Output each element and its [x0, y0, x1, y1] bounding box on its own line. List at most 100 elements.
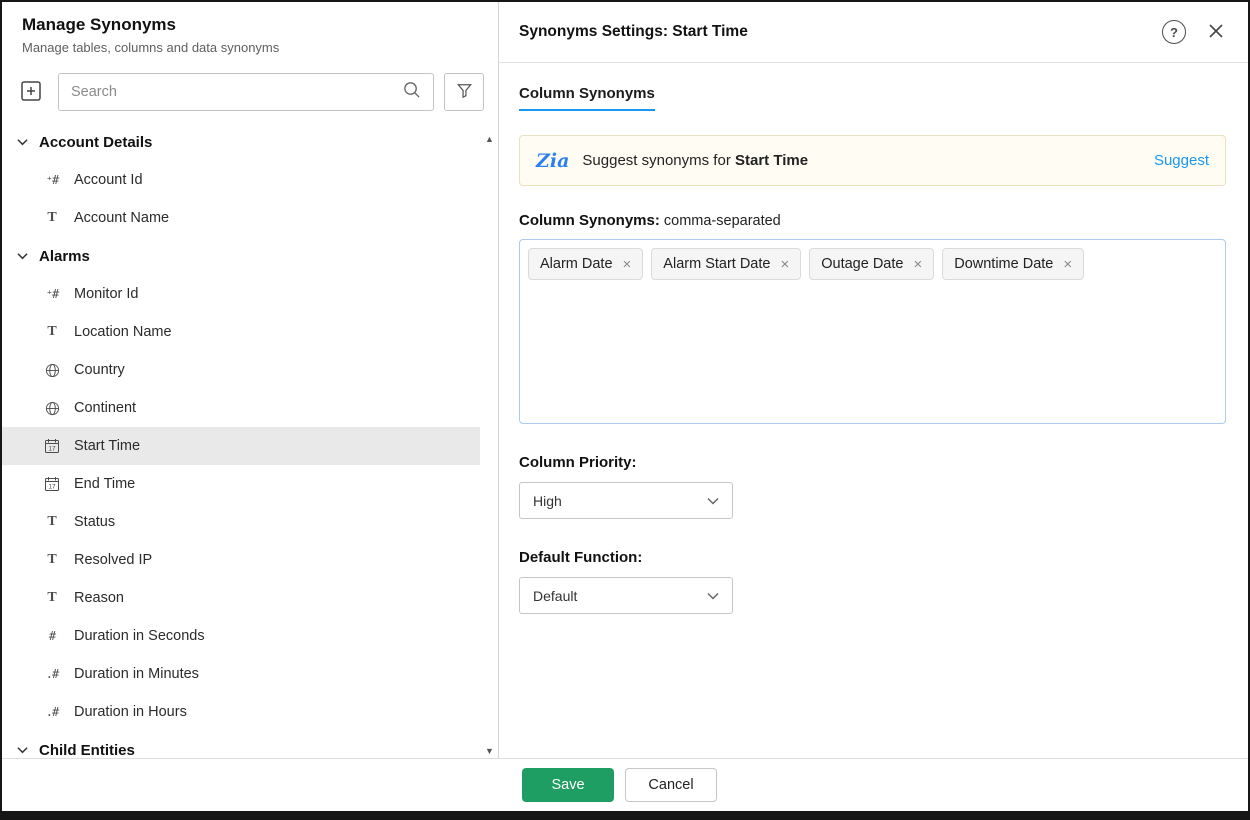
synonyms-hint: comma-separated	[660, 213, 781, 229]
chip-remove-icon[interactable]: ×	[623, 257, 632, 272]
group-label: Child Entities	[39, 742, 135, 759]
text-icon: T	[42, 590, 62, 606]
filter-button[interactable]	[444, 73, 484, 111]
tree-item-location-name[interactable]: T Location Name	[2, 313, 480, 351]
tree-item-label: Reason	[74, 590, 124, 606]
autonumber-icon: ⁺#	[42, 287, 62, 301]
tree-item-continent[interactable]: Continent	[2, 389, 480, 427]
group-label: Alarms	[39, 248, 90, 265]
number-icon: #	[42, 629, 62, 643]
tree-item-duration-in-hours[interactable]: .# Duration in Hours	[2, 693, 480, 731]
footer-bar: Save Cancel	[2, 758, 1248, 811]
tree-item-label: Resolved IP	[74, 552, 152, 568]
zia-suggest-banner: Zia Suggest synonyms for Start Time Sugg…	[519, 135, 1226, 186]
left-panel: Manage Synonyms Manage tables, columns a…	[2, 2, 499, 818]
zia-icon: Zia	[536, 150, 569, 172]
chevron-down-icon	[707, 492, 719, 510]
svg-text:17: 17	[48, 446, 56, 453]
synonyms-label: Column Synonyms:	[519, 212, 660, 229]
save-button[interactable]: Save	[522, 768, 614, 802]
tree-item-status[interactable]: TStatus	[2, 503, 480, 541]
scrollbar[interactable]: ▲ ▼	[482, 132, 497, 758]
date-icon: 17	[42, 438, 62, 454]
svg-text:17: 17	[48, 484, 56, 491]
priority-label: Column Priority:	[519, 454, 1226, 471]
search-input[interactable]	[71, 84, 402, 100]
globe-icon	[42, 363, 62, 378]
tree-item-label: Start Time	[74, 438, 140, 454]
chevron-down-icon	[707, 587, 719, 605]
synonym-chip: Downtime Date ×	[942, 248, 1084, 280]
tree-item-reason[interactable]: T Reason	[2, 579, 480, 617]
tree-item-label: Location Name	[74, 324, 172, 340]
tree-item-resolved-ip[interactable]: TResolved IP	[2, 541, 480, 579]
tree-item-label: Continent	[74, 400, 136, 416]
scroll-down-icon[interactable]: ▼	[485, 746, 494, 756]
group-label: Account Details	[39, 134, 152, 151]
text-icon: T	[42, 324, 62, 340]
tab-column-synonyms[interactable]: Column Synonyms	[519, 85, 655, 111]
add-button[interactable]	[14, 74, 48, 110]
autonumber-icon: ⁺#	[42, 173, 62, 187]
function-value: Default	[533, 588, 577, 604]
chip-remove-icon[interactable]: ×	[913, 257, 922, 272]
tree-item-country[interactable]: Country	[2, 351, 480, 389]
decimal-icon: .#	[42, 667, 62, 681]
tree-item-duration-in-seconds[interactable]: #Duration in Seconds	[2, 617, 480, 655]
priority-select[interactable]: High	[519, 482, 733, 519]
tree-item-label: Duration in Hours	[74, 704, 187, 720]
tree-item-start-time[interactable]: 17 Start Time	[2, 427, 480, 465]
chip-label: Downtime Date	[954, 256, 1053, 272]
scroll-up-icon[interactable]: ▲	[485, 134, 494, 144]
synonym-chip: Outage Date ×	[809, 248, 934, 280]
search-row	[14, 73, 484, 111]
text-icon: T	[42, 210, 62, 226]
tree-item-duration-in-minutes[interactable]: .# Duration in Minutes	[2, 655, 480, 693]
tree-item-label: Account Id	[74, 172, 143, 188]
chip-remove-icon[interactable]: ×	[1063, 257, 1072, 272]
settings-header: Synonyms Settings: Start Time ?	[499, 2, 1248, 63]
suggest-link[interactable]: Suggest	[1154, 152, 1209, 169]
left-header: Manage Synonyms Manage tables, columns a…	[2, 2, 498, 59]
tree-item-account-name[interactable]: T Account Name	[2, 199, 480, 237]
tree-item-label: Status	[74, 514, 115, 530]
manage-synonyms-window: Manage Synonyms Manage tables, columns a…	[2, 2, 1248, 818]
tree-item-account-id[interactable]: ⁺# Account Id	[2, 161, 480, 199]
settings-title: Synonyms Settings: Start Time	[519, 23, 748, 41]
synonym-chip: Alarm Start Date×	[651, 248, 801, 280]
tree-item-label: Duration in Minutes	[74, 666, 199, 682]
settings-body: Column Synonyms Zia Suggest synonyms for…	[499, 63, 1248, 818]
function-select[interactable]: Default	[519, 577, 733, 614]
tree-group-alarms[interactable]: Alarms	[2, 237, 480, 275]
chip-remove-icon[interactable]: ×	[780, 257, 789, 272]
synonyms-label-row: Column Synonyms: comma-separated	[519, 212, 1226, 229]
tree-item-label: Account Name	[74, 210, 169, 226]
window-bottom-edge	[2, 811, 1248, 818]
column-tree: Account Details ⁺# Account Id T Account Name…	[2, 123, 498, 769]
globe-icon	[42, 401, 62, 416]
help-button[interactable]: ?	[1162, 20, 1186, 44]
tree-group-account-details[interactable]: Account Details	[2, 123, 480, 161]
close-button[interactable]	[1206, 21, 1226, 44]
tree-item-monitor-id[interactable]: ⁺#Monitor Id	[2, 275, 480, 313]
search-icon	[402, 80, 421, 104]
chevron-down-icon	[17, 741, 28, 759]
cancel-button[interactable]: Cancel	[625, 768, 717, 802]
tree-item-label: Country	[74, 362, 125, 378]
tree-item-end-time[interactable]: 17 End Time	[2, 465, 480, 503]
function-label: Default Function:	[519, 549, 1226, 566]
right-panel: Synonyms Settings: Start Time ? Column S…	[499, 2, 1248, 818]
synonyms-input-area[interactable]: Alarm Date×Alarm Start Date× Outage Date ×…	[519, 239, 1226, 424]
search-box	[58, 73, 434, 111]
close-icon	[1206, 21, 1226, 44]
priority-value: High	[533, 493, 562, 509]
chevron-down-icon	[17, 247, 28, 265]
chip-label: Outage Date	[821, 256, 903, 272]
add-icon	[19, 79, 43, 106]
chevron-down-icon	[17, 133, 28, 151]
synonym-chip: Alarm Date×	[528, 248, 643, 280]
decimal-icon: .#	[42, 705, 62, 719]
banner-target-column: Start Time	[735, 152, 808, 169]
tree-item-label: End Time	[74, 476, 135, 492]
filter-funnel-icon	[455, 81, 474, 103]
